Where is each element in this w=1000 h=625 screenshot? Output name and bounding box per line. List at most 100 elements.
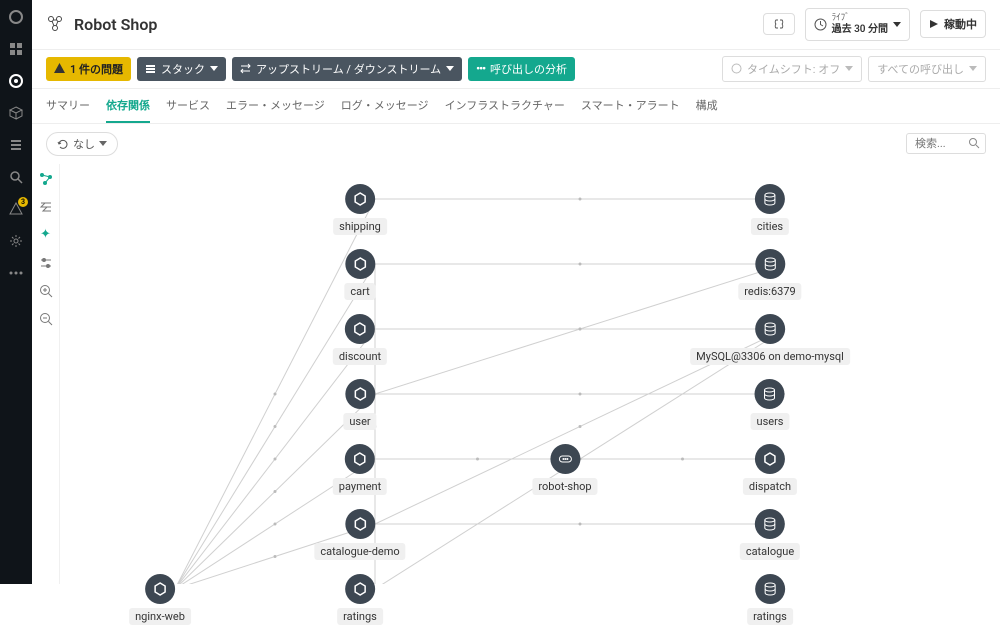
issues-pill[interactable]: 1 件の問題 bbox=[46, 57, 131, 81]
chevron-down-icon bbox=[99, 141, 107, 146]
node-label: robot-shop bbox=[532, 478, 597, 495]
node-icon bbox=[755, 249, 785, 279]
nav-dashboard-icon[interactable] bbox=[7, 40, 25, 58]
nav-apps-icon[interactable] bbox=[7, 72, 25, 90]
node-icon bbox=[345, 379, 375, 409]
header: Robot Shop ﾗｲﾌﾞ過去 30 分間 稼動中 bbox=[32, 0, 1000, 50]
tool-flow[interactable] bbox=[37, 198, 55, 216]
tab-4[interactable]: ログ・メッセージ bbox=[341, 89, 429, 123]
tab-2[interactable]: サービス bbox=[166, 89, 210, 123]
app-icon bbox=[46, 15, 64, 33]
node-redis[interactable]: redis:6379 bbox=[738, 249, 801, 300]
node-icon bbox=[345, 509, 375, 539]
chevron-down-icon bbox=[446, 66, 454, 71]
node-label: payment bbox=[333, 478, 387, 495]
node-label: redis:6379 bbox=[738, 283, 801, 300]
refresh-icon bbox=[57, 138, 69, 150]
node-icon bbox=[345, 574, 375, 604]
node-payment[interactable]: payment bbox=[333, 444, 387, 495]
node-label: ratings bbox=[337, 608, 383, 625]
node-label: nginx-web bbox=[129, 608, 191, 625]
search-icon bbox=[968, 137, 980, 152]
nav-cube-icon[interactable] bbox=[7, 104, 25, 122]
node-icon bbox=[345, 444, 375, 474]
stream-icon bbox=[240, 63, 251, 74]
nav-stack-icon[interactable] bbox=[7, 136, 25, 154]
play-icon bbox=[929, 19, 939, 29]
allcalls-pill[interactable]: すべての呼び出し bbox=[868, 56, 986, 82]
node-mysql[interactable]: MySQL@3306 on demo-mysql bbox=[690, 314, 850, 365]
link-button[interactable] bbox=[763, 13, 795, 35]
tab-5[interactable]: インフラストラクチャー bbox=[445, 89, 565, 123]
canvas-toolbar: ✦ bbox=[32, 164, 60, 584]
node-nginx[interactable]: nginx-web bbox=[129, 574, 191, 625]
tab-3[interactable]: エラー・メッセージ bbox=[226, 89, 325, 123]
node-dispatch[interactable]: dispatch bbox=[743, 444, 797, 495]
node-catalogue[interactable]: catalogue bbox=[740, 509, 800, 560]
tab-6[interactable]: スマート・アラート bbox=[581, 89, 680, 123]
nav-settings-icon[interactable] bbox=[7, 232, 25, 250]
node-icon bbox=[755, 444, 785, 474]
node-icon bbox=[755, 509, 785, 539]
page-title: Robot Shop bbox=[74, 15, 157, 34]
node-catdemo[interactable]: catalogue-demo bbox=[314, 509, 405, 560]
node-user[interactable]: user bbox=[343, 379, 376, 430]
node-icon bbox=[345, 184, 375, 214]
nav-logo[interactable] bbox=[7, 8, 25, 26]
stream-pill[interactable]: アップストリーム / ダウンストリーム bbox=[232, 57, 462, 81]
node-label: MySQL@3306 on demo-mysql bbox=[690, 348, 850, 365]
tab-0[interactable]: サマリー bbox=[46, 89, 90, 123]
chevron-down-icon bbox=[969, 66, 977, 71]
node-cart[interactable]: cart bbox=[344, 249, 375, 300]
nav-more-icon[interactable] bbox=[7, 264, 25, 282]
node-label: shipping bbox=[333, 218, 387, 235]
stack-icon bbox=[145, 63, 156, 74]
node-label: dispatch bbox=[743, 478, 797, 495]
chevron-down-icon bbox=[845, 66, 853, 71]
nav-magnify-icon[interactable] bbox=[7, 168, 25, 186]
tool-tune[interactable] bbox=[37, 254, 55, 272]
node-icon bbox=[755, 314, 785, 344]
chevron-down-icon bbox=[210, 66, 218, 71]
clock-icon bbox=[814, 18, 827, 31]
tool-zoom-out[interactable] bbox=[37, 310, 55, 328]
node-icon bbox=[755, 574, 785, 604]
node-icon bbox=[550, 444, 580, 474]
stack-pill[interactable]: スタック bbox=[137, 57, 226, 81]
filter-none[interactable]: なし bbox=[46, 132, 118, 156]
node-icon bbox=[345, 314, 375, 344]
analyze-pill[interactable]: ••• 呼び出しの分析 bbox=[468, 57, 575, 81]
timeshift-pill[interactable]: タイムシフト: オフ bbox=[722, 56, 862, 82]
node-robotshop[interactable]: robot-shop bbox=[532, 444, 597, 495]
node-discount[interactable]: discount bbox=[333, 314, 387, 365]
node-icon bbox=[145, 574, 175, 604]
chevron-down-icon bbox=[893, 22, 901, 27]
node-shipping[interactable]: shipping bbox=[333, 184, 387, 235]
node-users[interactable]: users bbox=[751, 379, 790, 430]
node-cities[interactable]: cities bbox=[751, 184, 789, 235]
warning-icon bbox=[54, 63, 65, 74]
node-icon bbox=[345, 249, 375, 279]
tab-7[interactable]: 構成 bbox=[696, 89, 718, 123]
node-label: catalogue-demo bbox=[314, 543, 405, 560]
dependency-canvas[interactable]: shipping cities cart redis:6379 discount MySQ… bbox=[60, 164, 1000, 584]
tab-1[interactable]: 依存関係 bbox=[106, 89, 150, 123]
tool-map[interactable]: ✦ bbox=[37, 226, 55, 244]
node-label: cities bbox=[751, 218, 789, 235]
node-icon bbox=[755, 379, 785, 409]
tool-zoom-in[interactable] bbox=[37, 282, 55, 300]
filter-row: なし bbox=[32, 124, 1000, 164]
time-range-button[interactable]: ﾗｲﾌﾞ過去 30 分間 bbox=[805, 8, 910, 41]
nav-alert-icon[interactable]: 3 bbox=[7, 200, 25, 218]
node-ratings[interactable]: ratings bbox=[337, 574, 383, 625]
node-label: cart bbox=[344, 283, 375, 300]
tabs: サマリー依存関係サービスエラー・メッセージログ・メッセージインフラストラクチャー… bbox=[32, 89, 1000, 124]
node-label: user bbox=[343, 413, 376, 430]
node-icon bbox=[755, 184, 785, 214]
tool-graph[interactable] bbox=[37, 170, 55, 188]
status-button[interactable]: 稼動中 bbox=[920, 10, 986, 38]
clock-icon bbox=[731, 63, 742, 74]
node-label: ratings bbox=[747, 608, 793, 625]
node-ratings2[interactable]: ratings bbox=[747, 574, 793, 625]
node-label: users bbox=[751, 413, 790, 430]
